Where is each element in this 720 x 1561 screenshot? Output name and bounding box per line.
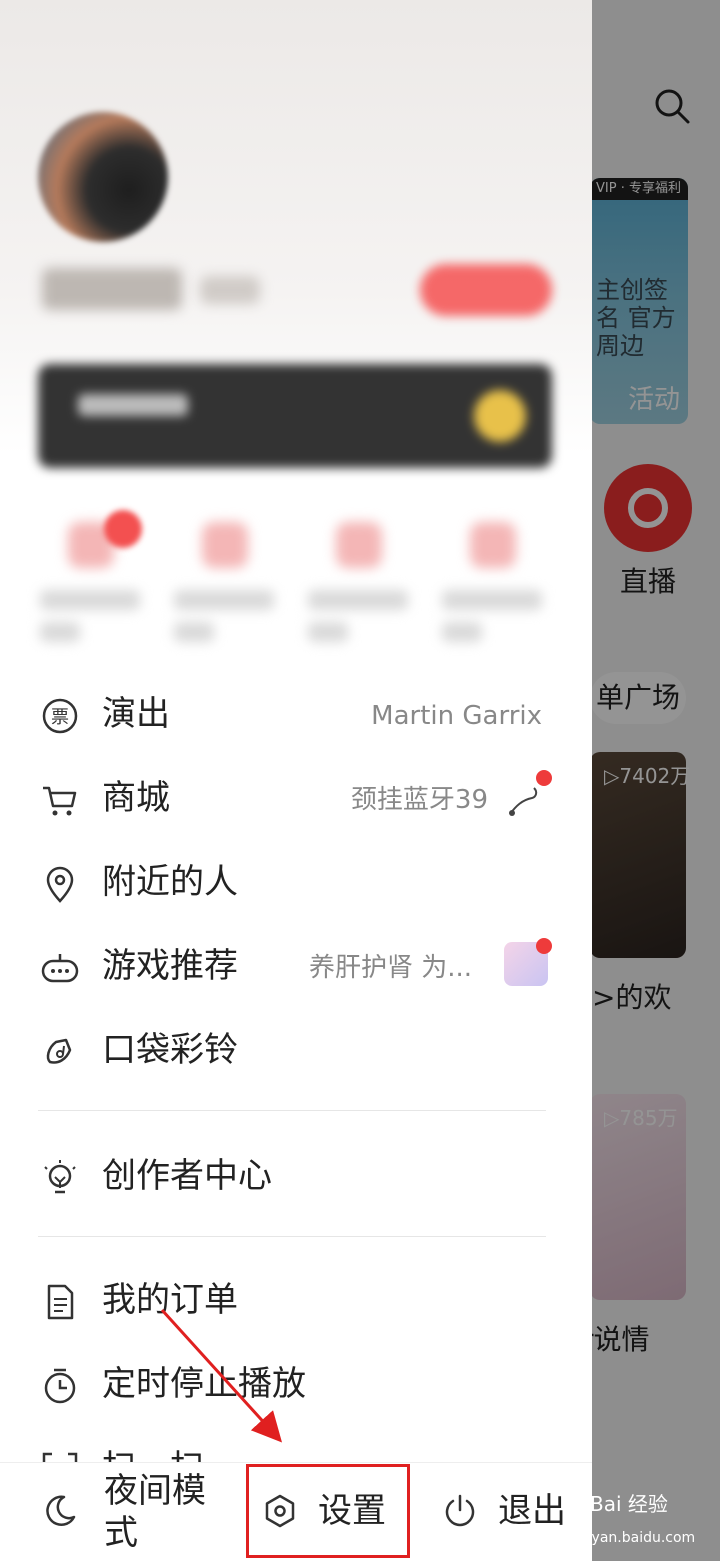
night-mode-label-line2: 式 [104, 1513, 138, 1553]
menu-item-mall[interactable]: 商城 颈挂蓝牙39 [0, 756, 592, 840]
scan-icon [42, 1452, 78, 1462]
profile-header [0, 0, 592, 650]
menu-label: 扫一扫 [102, 1442, 204, 1462]
night-mode-button[interactable]: 夜间模 式 [0, 1463, 240, 1561]
ticket-icon: 票 [42, 698, 78, 734]
menu-extra-text: Martin Garrix [371, 701, 542, 731]
menu-item-scan[interactable]: 扫一扫 [0, 1426, 592, 1462]
menu-label: 我的订单 [102, 1280, 238, 1320]
avatar[interactable] [38, 112, 168, 242]
username-blurred[interactable] [42, 268, 182, 310]
menu-label: 游戏推荐 [102, 946, 238, 986]
user-level-blurred [200, 276, 260, 304]
menu-label: 商城 [102, 778, 170, 818]
menu-label: 附近的人 [102, 862, 238, 902]
menu-label: 创作者中心 [102, 1156, 272, 1196]
menu-item-nearby[interactable]: 附近的人 [0, 840, 592, 924]
vip-card[interactable] [38, 364, 552, 468]
svg-text:票: 票 [51, 707, 69, 728]
quick-entry[interactable] [306, 510, 416, 650]
quick-entry[interactable] [172, 510, 282, 650]
menu-extra-text: 养肝护肾 为... [308, 953, 472, 983]
quick-entry[interactable] [440, 510, 550, 650]
sign-in-button[interactable] [420, 264, 552, 316]
power-icon [445, 1494, 475, 1527]
logout-label: 退出 [498, 1491, 566, 1531]
notification-dot [104, 510, 142, 548]
night-mode-label: 夜间模 [104, 1471, 206, 1511]
divider [38, 1236, 546, 1237]
notification-dot [536, 938, 552, 954]
menu-item-sleep-timer[interactable]: 定时停止播放 [0, 1342, 592, 1426]
timer-icon [44, 1368, 76, 1404]
logout-button[interactable]: 退出 [430, 1463, 592, 1561]
baidu-watermark-url: jingyan.baidu.com [566, 1530, 696, 1546]
bell-music-icon [46, 1038, 72, 1064]
menu-item-games[interactable]: 游戏推荐 养肝护肾 为... [0, 924, 592, 1008]
gamepad-icon [41, 954, 79, 983]
menu-item-ringtone[interactable]: 口袋彩铃 [0, 1008, 592, 1092]
moon-icon [46, 1495, 76, 1527]
baidu-watermark: Bai 经验 [590, 1492, 668, 1516]
menu-item-shows[interactable]: 票 演出 Martin Garrix [0, 672, 592, 756]
side-drawer: 票 演出 Martin Garrix 商城 颈挂蓝牙39 附近的人 游戏推荐 养… [0, 0, 592, 1561]
menu-extra-text: 颈挂蓝牙39 [350, 785, 488, 815]
document-icon [47, 1284, 74, 1320]
settings-highlight-box [246, 1464, 410, 1558]
lightbulb-icon [44, 1160, 76, 1194]
menu-label: 演出 [102, 694, 170, 734]
menu-item-orders[interactable]: 我的订单 [0, 1258, 592, 1342]
menu-label: 口袋彩铃 [102, 1030, 238, 1070]
notification-dot [536, 770, 552, 786]
menu-item-creator-center[interactable]: 创作者中心 [0, 1134, 592, 1218]
cart-icon [43, 786, 77, 816]
divider [38, 1110, 546, 1111]
menu-label: 定时停止播放 [102, 1364, 306, 1404]
location-pin-icon [46, 866, 74, 903]
